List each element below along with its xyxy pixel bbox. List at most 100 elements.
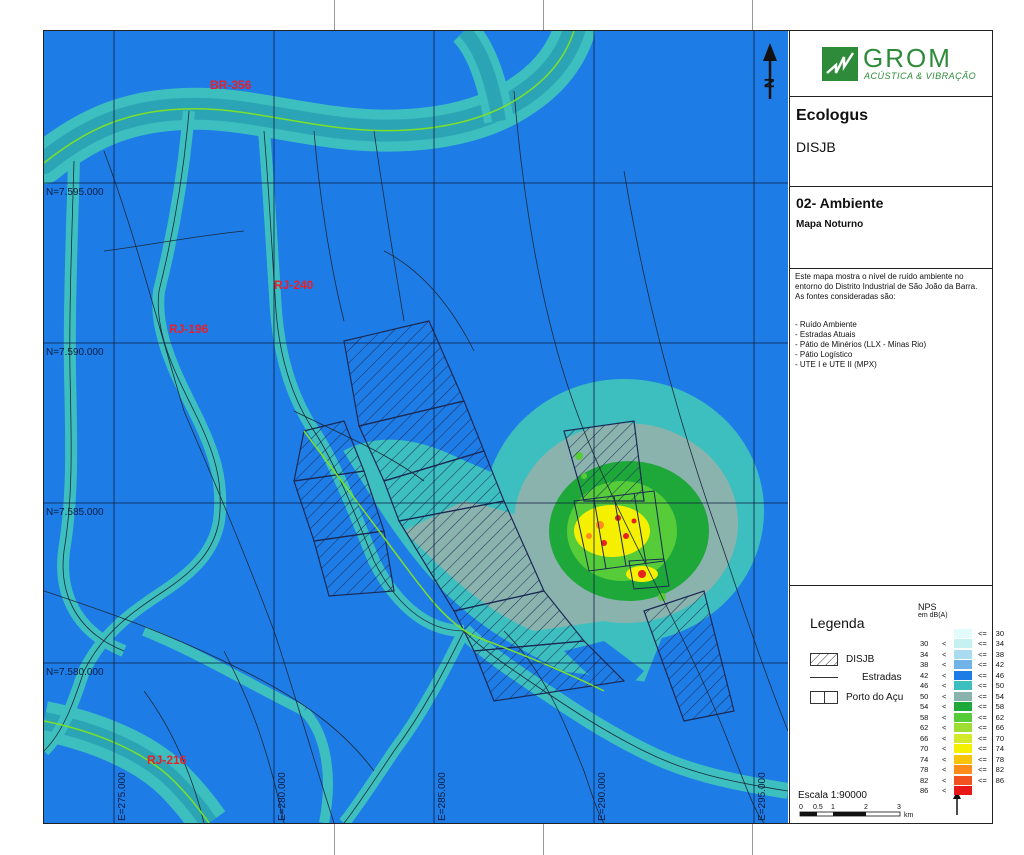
nps-from-value: 58 <box>920 712 929 722</box>
nps-class-row: 74 < <= 78 <box>920 754 1004 764</box>
nps-from-value: 82 <box>920 775 929 785</box>
nps-class-row: 58 < <= 62 <box>920 712 1004 722</box>
nps-color-swatch <box>954 702 972 711</box>
easting-label: E=285.000 <box>437 772 448 821</box>
nps-to-value: 82 <box>995 765 1004 774</box>
nps-le-symbol: <= <box>978 628 987 638</box>
nps-class-row: 34 < <= 38 <box>920 649 1004 659</box>
nps-le-symbol: <= <box>978 733 987 743</box>
nps-from-value: 66 <box>920 733 929 743</box>
nps-title: NPS <box>918 602 937 612</box>
nps-le-symbol: <= <box>978 744 987 753</box>
nps-le-symbol: <= <box>978 754 987 764</box>
nps-color-swatch <box>954 765 972 774</box>
nps-to-value: 30 <box>995 628 1004 638</box>
nps-from-value: 34 <box>920 649 929 659</box>
northing-label: N=7.595.000 <box>46 187 104 198</box>
nps-from-value: 46 <box>920 681 929 690</box>
nps-to-value: 66 <box>995 723 1004 732</box>
project-name: DISJB <box>796 139 836 155</box>
legend-item-porto: Porto do Açu <box>810 691 903 704</box>
nps-class-row: 42 < <= 46 <box>920 670 1004 680</box>
scale-tick: 0 <box>799 804 803 811</box>
nps-le-symbol: <= <box>978 712 987 722</box>
northing-label: N=7.585.000 <box>46 507 104 518</box>
nps-lt-symbol: < <box>942 649 947 659</box>
nps-lt-symbol: < <box>942 712 947 722</box>
nps-lt-symbol: < <box>942 754 947 764</box>
brand-name: GROM <box>863 43 952 73</box>
map-description: Este mapa mostra o nível de ruído ambien… <box>795 272 978 301</box>
legend-label: Porto do Açu <box>846 692 904 703</box>
nps-from-value: 70 <box>920 744 929 753</box>
nps-class-row: 78 < <= 82 <box>920 765 1004 775</box>
nps-to-value: 42 <box>995 660 1004 669</box>
nps-le-symbol: <= <box>978 670 987 680</box>
nps-from-value: 74 <box>920 754 929 764</box>
nps-color-swatch <box>954 712 972 722</box>
nps-class-row: 38 < <= 42 <box>920 660 1004 670</box>
nps-to-value: 86 <box>995 775 1004 785</box>
scale-unit: km <box>904 812 914 819</box>
brand-tagline: ACÚSTICA & VIBRAÇÃO <box>864 71 977 81</box>
nps-lt-symbol: < <box>942 775 947 785</box>
nps-color-swatch <box>954 754 972 764</box>
nps-le-symbol: <= <box>978 765 987 774</box>
scale-tick: 1 <box>831 804 835 811</box>
noise-map[interactable]: N=7.595.000 N=7.590.000 N=7.585.000 N=7.… <box>44 31 788 823</box>
nps-to-value: 62 <box>995 712 1004 722</box>
nps-color-swatch <box>954 733 972 743</box>
source-list: - Ruído Ambiente - Estradas Atuais - Pát… <box>795 320 926 370</box>
scale-label: Escala 1:90000 <box>798 790 867 801</box>
nps-color-swatch <box>954 681 972 690</box>
legend-label: DISJB <box>846 654 875 665</box>
nps-class-row: 62 < <= 66 <box>920 723 1004 733</box>
nps-from-value: 78 <box>920 765 929 774</box>
nps-le-symbol: <= <box>978 639 987 648</box>
source-item: - Estradas Atuais <box>795 330 856 339</box>
nps-lt-symbol: < <box>942 670 947 680</box>
legend-title: Legenda <box>810 615 865 631</box>
road-label-rj216: RJ-216 <box>147 753 187 767</box>
nps-lt-symbol: < <box>942 744 947 753</box>
nps-class-row: 46 < <= 50 <box>920 681 1004 691</box>
scale-tick: 3 <box>897 804 901 811</box>
nps-from-value: 38 <box>920 660 929 669</box>
nps-le-symbol: <= <box>978 681 987 690</box>
easting-label: E=280.000 <box>277 772 288 821</box>
nps-to-value: 58 <box>995 702 1004 711</box>
nps-color-swatch <box>954 744 972 753</box>
nps-lt-symbol: < <box>942 639 947 648</box>
scale-tick: 0.5 <box>813 804 823 811</box>
map-title-section: 02- Ambiente Mapa Noturno <box>790 187 992 269</box>
map-title: 02- Ambiente <box>796 195 884 211</box>
nps-class-row: 86 < <box>920 786 1004 796</box>
nps-unit: em dB(A) <box>918 612 948 619</box>
nps-le-symbol: <= <box>978 691 987 701</box>
road-label-rj196: RJ-196 <box>169 322 209 336</box>
nps-class-row: 30 < <= 34 <box>920 639 1004 649</box>
nps-lt-symbol: < <box>942 691 947 701</box>
northing-label: N=7.580.000 <box>46 667 104 678</box>
legend-item-roads: Estradas <box>810 672 901 683</box>
brand-section: GROM ACÚSTICA & VIBRAÇÃO <box>790 31 992 97</box>
nps-from-value: 42 <box>920 670 929 680</box>
porto-box-swatch-icon <box>810 691 838 704</box>
nps-class-row: 82 < <= 86 <box>920 775 1004 785</box>
road-label-br356: BR-356 <box>210 78 252 92</box>
legend-item-disjb: DISJB <box>810 653 874 666</box>
nps-to-value: 50 <box>995 681 1004 690</box>
nps-color-swatch <box>954 775 972 785</box>
scale-bar: 0 0.5 1 2 3 km <box>799 804 914 819</box>
northing-label: N=7.590.000 <box>46 347 104 358</box>
nps-to-value: 46 <box>995 670 1004 680</box>
client-name: Ecologus <box>796 107 869 124</box>
nps-color-swatch <box>954 660 972 669</box>
title-block-panel: GROM ACÚSTICA & VIBRAÇÃO Ecologus DISJB … <box>789 31 1004 823</box>
nps-to-value: 54 <box>995 691 1004 701</box>
easting-label: E=275.000 <box>117 772 128 821</box>
source-item: - Pátio de Minérios (LLX - Minas Rio) <box>795 340 927 349</box>
nps-from-value: 30 <box>920 639 929 648</box>
nps-color-swatch <box>954 723 972 732</box>
nps-color-swatch <box>954 639 972 648</box>
